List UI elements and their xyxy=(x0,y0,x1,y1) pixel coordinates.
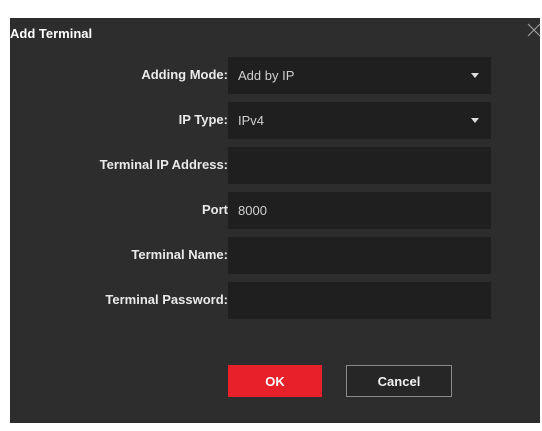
terminal-password-label: Terminal Password: xyxy=(105,292,228,307)
terminal-name-label: Terminal Name: xyxy=(131,247,228,262)
terminal-password-input[interactable] xyxy=(228,282,491,319)
adding-mode-label: Adding Mode: xyxy=(141,67,228,82)
terminal-name-input[interactable] xyxy=(228,237,491,274)
adding-mode-select[interactable]: Add by IP xyxy=(228,57,491,94)
ok-button[interactable]: OK xyxy=(228,365,322,397)
port-label: Port xyxy=(202,202,228,217)
close-icon xyxy=(527,23,541,37)
chevron-down-icon xyxy=(471,118,479,123)
terminal-ip-field-wrap xyxy=(228,147,491,184)
terminal-ip-input[interactable] xyxy=(228,147,491,184)
port-input[interactable] xyxy=(228,192,491,229)
add-terminal-dialog: Add Terminal Adding Mode: Add by IP IP T… xyxy=(10,18,542,423)
terminal-ip-label: Terminal IP Address: xyxy=(99,157,228,172)
ip-type-select[interactable]: IPv4 xyxy=(228,102,491,139)
ip-type-value: IPv4 xyxy=(238,113,265,128)
ip-type-label: IP Type: xyxy=(178,112,228,127)
adding-mode-value: Add by IP xyxy=(238,68,295,83)
close-button[interactable] xyxy=(526,22,542,38)
terminal-name-field-wrap xyxy=(228,237,491,274)
chevron-down-icon xyxy=(471,73,479,78)
port-field-wrap xyxy=(228,192,491,229)
cancel-button[interactable]: Cancel xyxy=(346,365,452,397)
dialog-title: Add Terminal xyxy=(10,26,93,41)
terminal-password-field-wrap xyxy=(228,282,491,319)
